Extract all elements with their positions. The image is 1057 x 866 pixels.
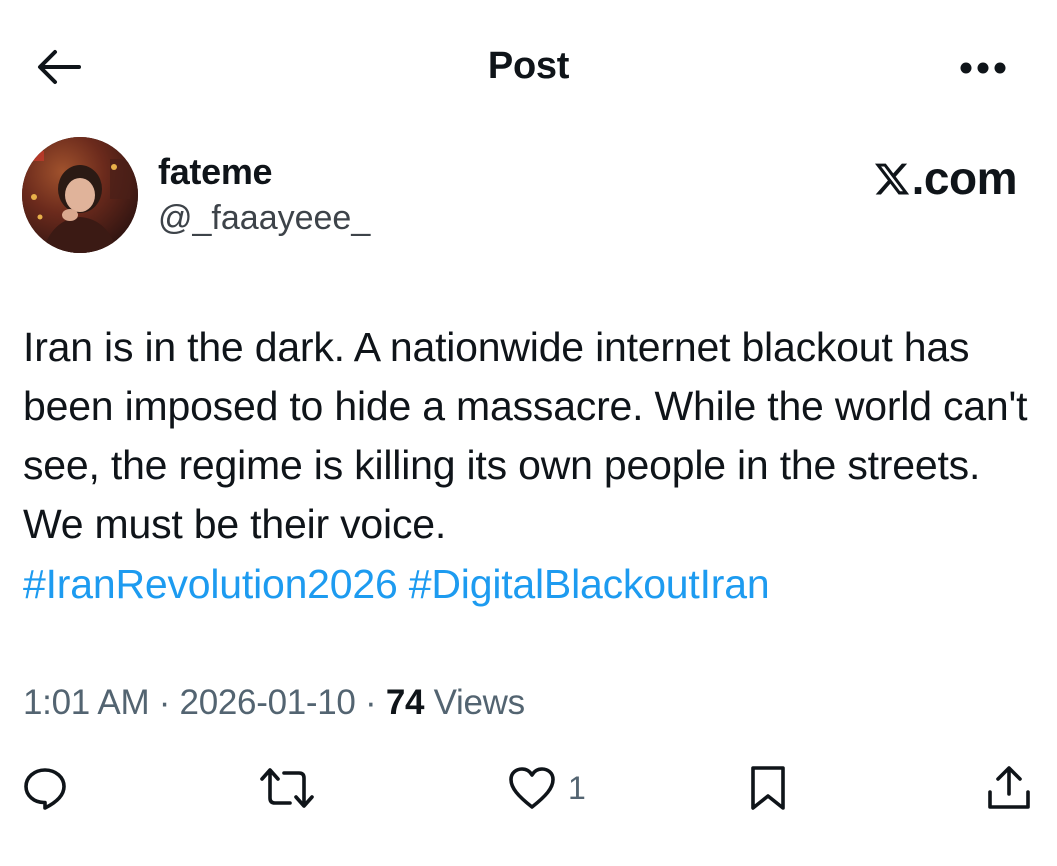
meta-separator: · <box>149 683 180 722</box>
bookmark-icon <box>751 766 785 810</box>
avatar[interactable] <box>22 137 138 253</box>
bookmark-button[interactable] <box>748 760 788 816</box>
avatar-photo <box>22 137 138 253</box>
page-title: Post <box>487 45 570 87</box>
share-icon <box>988 766 1030 809</box>
share-button[interactable] <box>986 760 1032 816</box>
reply-button[interactable] <box>22 760 68 816</box>
post-page: Post fateme @_faaayeee_ .com Iran is in … <box>0 0 1057 866</box>
meta-separator: · <box>355 683 386 722</box>
post-text: Iran is in the dark. A nationwide intern… <box>23 324 1028 547</box>
post-date[interactable]: 2026-01-10 <box>180 683 356 722</box>
hashtag-line: #IranRevolution2026 #DigitalBlackoutIran <box>23 555 770 614</box>
x-logo-icon <box>874 163 909 195</box>
repost-icon <box>260 768 314 808</box>
more-button[interactable] <box>953 50 1013 86</box>
author-handle[interactable]: @_faaayeee_ <box>158 196 370 240</box>
reply-icon <box>24 768 66 810</box>
hashtag-link[interactable]: #DigitalBlackoutIran <box>409 561 770 607</box>
repost-button[interactable] <box>258 760 316 816</box>
more-horizontal-icon <box>960 62 1006 74</box>
x-com-watermark: .com <box>873 150 1018 206</box>
author-display-name[interactable]: fateme <box>158 150 273 194</box>
post-meta: 1:01 AM · 2026-01-10 · 74 Views <box>23 680 525 726</box>
views-label: Views <box>424 683 526 722</box>
like-count: 1 <box>568 769 586 806</box>
post-time[interactable]: 1:01 AM <box>23 683 150 722</box>
watermark-suffix: .com <box>911 152 1018 204</box>
like-button[interactable]: 1 <box>508 760 586 816</box>
hashtag-link[interactable]: #IranRevolution2026 <box>23 561 398 607</box>
heart-icon <box>509 767 555 809</box>
views-count: 74 <box>385 683 425 722</box>
